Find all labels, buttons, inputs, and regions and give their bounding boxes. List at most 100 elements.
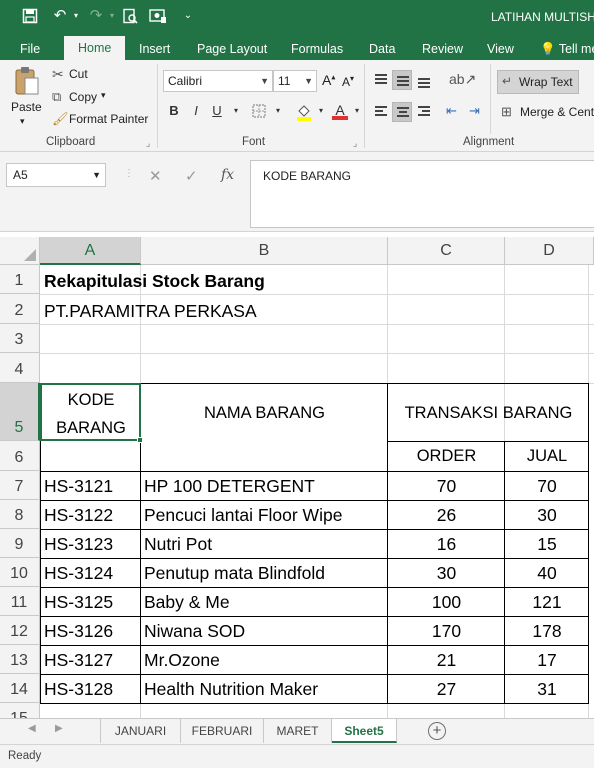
kode-cell[interactable]: HS-3123 [44,533,113,555]
decrease-font-icon[interactable]: A▾ [342,74,354,89]
kode-cell[interactable]: HS-3124 [44,562,113,584]
nama-cell[interactable]: Pencuci lantai Floor Wipe [144,504,342,526]
add-sheet-icon[interactable]: + [428,722,446,740]
fill-color-icon[interactable] [296,103,312,124]
kode-cell[interactable]: HS-3125 [44,591,113,613]
row-header[interactable]: 9 [0,529,40,558]
underline-dropdown-icon[interactable]: ▾ [226,100,246,122]
wrap-text-button[interactable]: ↵ Wrap Text [497,70,579,94]
tab-insert[interactable]: Insert [139,38,170,60]
worksheet-grid[interactable]: A B C D 1 2 3 4 5 6 7 8 9 10 11 12 13 14… [0,237,594,718]
nama-cell[interactable]: Penutup mata Blindfold [144,562,325,584]
bottom-align-icon[interactable] [414,70,434,90]
decrease-indent-icon[interactable]: ⇤ [446,103,457,119]
tab-view[interactable]: View [487,38,514,60]
nama-cell[interactable]: Mr.Ozone [144,649,220,671]
underline-button[interactable]: U [207,100,227,122]
borders-dropdown-icon[interactable]: ▾ [268,100,288,122]
format-painter-icon[interactable]: 🖌 [52,111,69,127]
row-header[interactable]: 11 [0,587,40,616]
column-header-a[interactable]: A [40,237,141,265]
align-left-icon[interactable] [371,102,391,122]
order-cell[interactable]: 30 [388,562,505,584]
row-header[interactable]: 8 [0,500,40,529]
row-header[interactable]: 7 [0,471,40,500]
paste-icon[interactable] [14,66,40,99]
company-cell[interactable]: PT.PARAMITRA PERKASA [44,300,257,322]
merge-icon[interactable]: ⊞ [501,104,512,120]
nama-cell[interactable]: Baby & Me [144,591,230,613]
bold-button[interactable]: B [164,100,184,122]
print-preview-icon[interactable] [120,6,140,26]
save-icon[interactable] [20,6,40,26]
kode-cell[interactable]: HS-3127 [44,649,113,671]
order-cell[interactable]: 16 [388,533,505,555]
paste-label[interactable]: Paste [11,100,42,114]
tab-page-layout[interactable]: Page Layout [197,38,267,60]
row-header[interactable]: 5 [0,383,40,441]
column-header-c[interactable]: C [388,237,505,265]
row-header[interactable]: 10 [0,558,40,587]
enter-formula-icon[interactable]: ✓ [185,167,198,185]
kode-cell[interactable]: HS-3126 [44,620,113,642]
cut-icon[interactable]: ✂ [52,66,64,83]
nama-cell[interactable]: HP 100 DETERGENT [144,475,315,497]
row-header[interactable]: 3 [0,324,40,353]
share-icon[interactable] [148,6,168,26]
cut-button[interactable]: Cut [69,67,88,81]
kode-cell[interactable]: HS-3121 [44,475,113,497]
order-cell[interactable]: 27 [388,678,505,700]
sheet-tab-februari[interactable]: FEBRUARI [181,719,264,743]
sheet-tab-maret[interactable]: MARET [264,719,332,743]
row-header[interactable]: 15 [0,703,40,718]
order-cell[interactable]: 26 [388,504,505,526]
kode-cell[interactable]: HS-3122 [44,504,113,526]
jual-cell[interactable]: 121 [505,591,589,613]
borders-icon[interactable] [252,104,266,121]
tell-me-search[interactable]: 💡 Tell me [540,38,594,60]
merge-center-button[interactable]: Merge & Cent [520,105,594,119]
font-size-select[interactable]: 11 ▼ [273,70,317,92]
fill-handle[interactable] [137,437,143,443]
copy-dropdown-icon[interactable]: ▾ [101,90,106,101]
tab-home[interactable]: Home [64,36,126,60]
jual-header-cell[interactable]: JUAL [505,445,589,467]
increase-indent-icon[interactable]: ⇥ [469,103,480,119]
format-painter-button[interactable]: Format Painter [69,112,148,126]
font-color-icon[interactable]: A [332,102,348,120]
nama-cell[interactable]: Health Nutrition Maker [144,678,318,700]
formula-input[interactable]: KODE BARANG [250,160,594,228]
order-header-cell[interactable]: ORDER [388,445,505,467]
column-header-b[interactable]: B [141,237,388,265]
order-cell[interactable]: 100 [388,591,505,613]
scroll-tabs-left-icon[interactable]: ◀ [28,723,36,734]
align-center-icon[interactable] [392,102,412,122]
column-header-d[interactable]: D [505,237,594,265]
nama-header-cell[interactable]: NAMA BARANG [141,402,388,424]
jual-cell[interactable]: 17 [505,649,589,671]
top-align-icon[interactable] [371,70,391,90]
paste-dropdown-icon[interactable]: ▾ [20,116,25,127]
jual-cell[interactable]: 31 [505,678,589,700]
font-launcher-icon[interactable]: ⌟ [353,138,357,149]
jual-cell[interactable]: 15 [505,533,589,555]
redo-dropdown-icon[interactable]: ▾ [102,6,122,26]
row-header[interactable]: 1 [0,265,40,294]
jual-cell[interactable]: 70 [505,475,589,497]
italic-button[interactable]: I [186,100,206,122]
sheet-tab-sheet5[interactable]: Sheet5 [332,719,397,743]
customize-toolbar-icon[interactable]: ⌄ [178,6,198,26]
kode-cell[interactable]: HS-3128 [44,678,113,700]
order-cell[interactable]: 21 [388,649,505,671]
select-all-button[interactable] [0,237,40,265]
row-header[interactable]: 6 [0,441,40,471]
tab-data[interactable]: Data [369,38,395,60]
order-cell[interactable]: 170 [388,620,505,642]
row-header[interactable]: 2 [0,294,40,324]
tab-review[interactable]: Review [422,38,463,60]
fill-color-dropdown-icon[interactable]: ▾ [311,100,331,122]
insert-function-icon[interactable]: fx [221,167,234,183]
tab-file[interactable]: File [20,38,40,60]
name-box[interactable]: A5 ▼ [6,163,106,187]
orientation-icon[interactable]: ab↗ [449,71,476,88]
